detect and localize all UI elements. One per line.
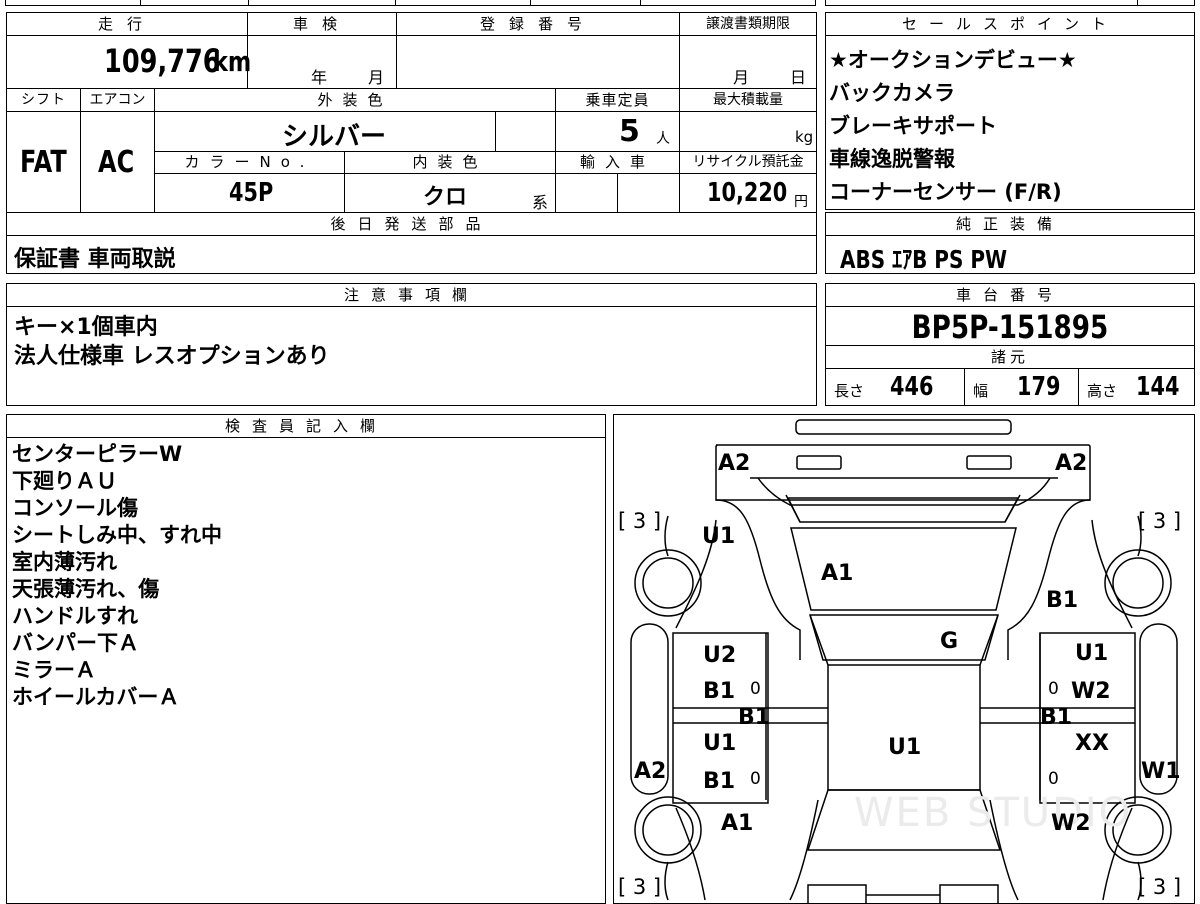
damage-mark: U2 [703, 643, 737, 668]
damage-mark: U1 [702, 524, 736, 549]
later-parts-value: 保証書 車両取説 [14, 247, 176, 272]
capacity-label: 乗車定員 [555, 88, 680, 112]
damage-mark: W2 [1051, 811, 1091, 836]
import-label: 輸入車 [555, 151, 680, 174]
sales-point-item: ★オークションデビュー★ [829, 48, 1077, 72]
inspector-line: コンソール傷 [12, 496, 138, 520]
damage-mark: [ 3 ] [618, 509, 662, 533]
transfer-deadline-label: 譲渡書類期限 [679, 12, 817, 36]
damage-mark: A1 [721, 811, 754, 836]
color-no-label: カラーNo. [154, 151, 345, 174]
damage-mark: [ 3 ] [1138, 509, 1182, 533]
damage-mark: B1 [1046, 588, 1079, 613]
damage-mark: 0 [750, 679, 761, 699]
damage-mark: 0 [1048, 769, 1059, 789]
genuine-equipment-value: ABS ｴｱB PS PW [840, 245, 1008, 274]
shaken-month-unit: 月 [368, 68, 385, 87]
inspector-lines: センターピラーW 下廻りＡＵ コンソール傷 シートしみ中、すれ中 室内薄汚れ 天… [12, 441, 222, 711]
capacity-value: 5 [619, 114, 640, 149]
damage-mark: XX [1075, 731, 1109, 756]
sales-point-item: 車線逸脱警報 [829, 147, 955, 171]
chassis-value: BP5P-151895 [911, 308, 1109, 346]
ac-value: AC [98, 145, 135, 180]
top-cropped-strip [0, 0, 1200, 7]
transfer-month-unit: 月 [733, 68, 750, 87]
dim-height-label: 高さ [1087, 382, 1118, 400]
damage-mark: 0 [1048, 679, 1059, 699]
interior-color-suffix: 系 [532, 193, 549, 212]
damage-mark: G [940, 629, 959, 654]
inspector-line: 天張薄汚れ、傷 [12, 577, 160, 601]
damage-mark: B1 [703, 679, 736, 704]
damage-mark: A1 [821, 561, 854, 586]
damage-mark: 0 [750, 769, 761, 789]
inspector-line: 下廻りＡＵ [12, 469, 117, 493]
max-load-label: 最大積載量 [679, 88, 817, 112]
damage-mark: A2 [718, 451, 751, 476]
dim-width-label: 幅 [973, 382, 989, 400]
shift-label: シフト [6, 88, 81, 112]
dim-width-value: 179 [1017, 372, 1061, 402]
import-cell-b [617, 173, 680, 213]
damage-mark: [ 3 ] [1138, 875, 1182, 899]
chassis-value-cell: BP5P-151895 [825, 306, 1195, 346]
damage-mark: W2 [1071, 679, 1111, 704]
max-load-unit: kg [795, 128, 814, 146]
recycle-label: リサイクル預託金 [679, 151, 817, 174]
later-parts-label: 後日発送部品 [6, 212, 817, 236]
import-cell-a [555, 173, 618, 213]
registration-label: 登録番号 [396, 12, 680, 36]
notes-lines: キー×1個車内 法人仕様車 レスオプションあり [14, 313, 330, 371]
car-diagram-panel: WEB STUDIO A2 A2 [ 3 ] [ 3 ] U1 A1 B1 G … [613, 414, 1195, 904]
notes-line: 法人仕様車 レスオプションあり [14, 344, 330, 369]
genuine-equipment-label: 純正装備 [825, 212, 1195, 236]
damage-mark: A2 [634, 759, 667, 784]
color-no-value: 45P [229, 178, 274, 208]
damage-mark: B1 [703, 769, 736, 794]
exterior-color-value: シルバー [282, 122, 387, 152]
damage-mark: U1 [1075, 641, 1109, 666]
mileage-label: 走行 [6, 12, 248, 36]
recycle-value: 10,220 [707, 178, 788, 208]
damage-mark: B1 [1040, 705, 1073, 730]
dim-height-value: 144 [1136, 372, 1180, 402]
sales-point-item: ブレーキサポート [829, 114, 997, 138]
dim-length-value: 446 [890, 372, 934, 402]
shaken-label: 車検 [247, 12, 397, 36]
inspector-line: ホイールカバーＡ [12, 685, 180, 709]
registration-cell [396, 35, 680, 89]
damage-mark: B1 [738, 705, 771, 730]
capacity-unit: 人 [656, 131, 670, 147]
inspector-line: シートしみ中、すれ中 [12, 523, 222, 547]
shift-value: FAT [20, 145, 67, 180]
dim-length-label: 長さ [834, 382, 865, 400]
chassis-label: 車台番号 [825, 283, 1195, 307]
inspector-line: バンパー下Ａ [12, 631, 140, 655]
notes-label: 注意事項欄 [6, 283, 817, 307]
inspector-label: 検査員記入欄 [6, 414, 606, 438]
dimensions-label: 諸元 [825, 345, 1195, 369]
interior-color-label: 内装色 [344, 151, 556, 174]
inspector-line: ミラーＡ [12, 658, 96, 682]
damage-mark: U1 [888, 735, 922, 760]
exterior-color-label: 外装色 [154, 88, 556, 112]
ac-label: エアコン [80, 88, 155, 112]
damage-mark: U1 [703, 731, 737, 756]
shaken-year-unit: 年 [311, 68, 328, 87]
sales-point-item: バックカメラ [829, 81, 955, 105]
interior-color-value: クロ [423, 185, 468, 210]
damage-mark: W1 [1141, 759, 1181, 784]
notes-line: キー×1個車内 [14, 315, 158, 340]
inspector-line: センターピラーW [12, 442, 183, 466]
inspector-line: ハンドルすれ [12, 604, 138, 628]
exterior-extra-cell [495, 111, 556, 152]
sales-point-item: コーナーセンサー (F/R) [829, 180, 1062, 204]
inspector-line: 室内薄汚れ [12, 550, 117, 574]
recycle-unit: 円 [794, 194, 808, 210]
damage-mark: A2 [1055, 451, 1088, 476]
transfer-day-unit: 日 [790, 68, 807, 87]
sales-points-list: ★オークションデビュー★ バックカメラ ブレーキサポート 車線逸脱警報 コーナー… [829, 44, 1189, 209]
damage-mark: [ 3 ] [618, 875, 662, 899]
sales-points-label: セールスポイント [825, 12, 1195, 36]
